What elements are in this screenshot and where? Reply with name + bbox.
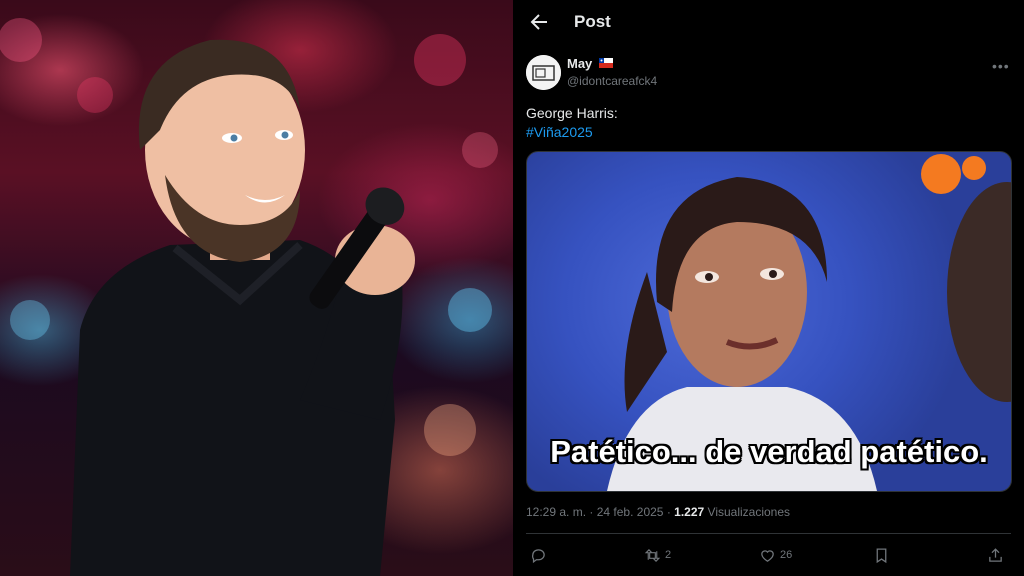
retweet-icon (644, 548, 661, 562)
chile-flag-icon (599, 58, 613, 68)
man-with-microphone-illustration (0, 18, 498, 576)
more-icon[interactable]: ••• (992, 58, 1010, 74)
like-button[interactable]: 26 (759, 544, 792, 566)
author-name[interactable]: May (567, 56, 592, 71)
tweet-panel: Post May @idontcareafck4 ••• George Harr… (513, 0, 1024, 576)
share-icon (989, 547, 1002, 562)
stage-photo (0, 0, 513, 576)
meme-caption: Patético... de verdad patético. (550, 434, 988, 469)
reply-icon (532, 548, 545, 563)
post-date[interactable]: 24 feb. 2025 (597, 505, 664, 519)
page-title: Post (574, 12, 611, 31)
reply-button[interactable] (530, 544, 547, 566)
retweet-count: 2 (665, 549, 672, 561)
post-time[interactable]: 12:29 a. m. (526, 505, 586, 519)
channel-13-logo (921, 154, 986, 194)
tweet-text: George Harris: (526, 105, 618, 121)
post-header: Post (513, 0, 1024, 44)
bookmark-icon (876, 547, 887, 563)
bookmark-button[interactable] (873, 544, 890, 566)
author-handle[interactable]: @idontcareafck4 (567, 74, 657, 88)
meta-separator: · (666, 505, 671, 519)
meta-separator: · (589, 505, 594, 519)
views-count: 1.227 (674, 505, 705, 519)
like-icon (761, 549, 774, 562)
post-meta: 12:29 a. m. · 24 feb. 2025 · 1.227 Visua… (526, 505, 790, 519)
action-bar: 2 26 (513, 544, 1024, 566)
like-count: 26 (780, 549, 793, 561)
share-button[interactable] (987, 544, 1004, 566)
retweet-button[interactable]: 2 (644, 544, 671, 566)
divider (526, 533, 1011, 534)
avatar[interactable] (526, 55, 561, 90)
back-arrow-icon[interactable] (527, 10, 551, 34)
hashtag-link[interactable]: #Viña2025 (526, 124, 593, 140)
tweet-media[interactable]: Patético... de verdad patético. (526, 151, 1012, 492)
views-label: Visualizaciones (707, 505, 791, 519)
